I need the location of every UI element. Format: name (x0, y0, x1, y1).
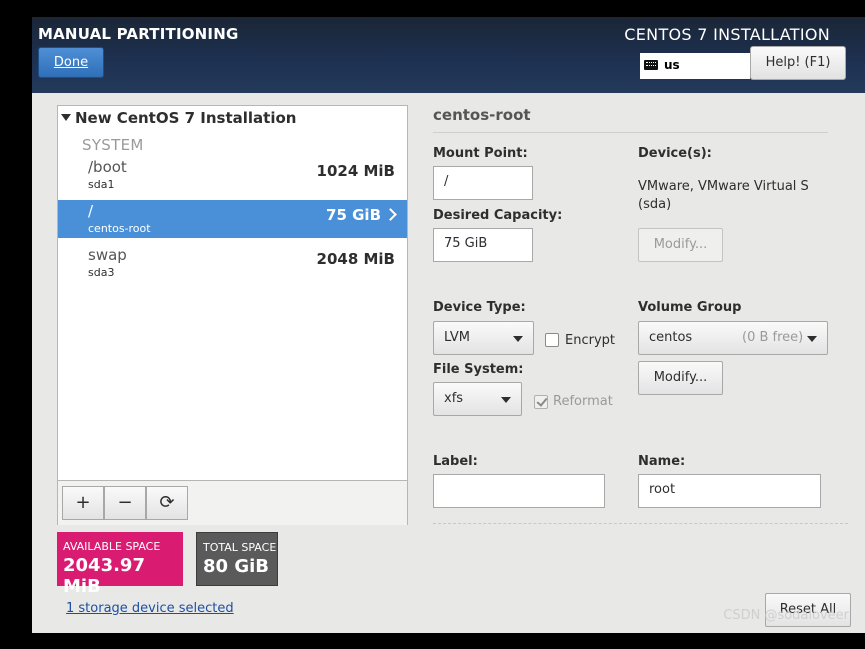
reformat-checkbox[interactable] (534, 395, 548, 409)
installation-group-label: New CentOS 7 Installation (75, 109, 297, 127)
available-space-label: AVAILABLE SPACE (63, 540, 161, 553)
mount-point-label: Mount Point: (433, 146, 528, 161)
devices-label: Device(s): (638, 146, 712, 161)
partition-size: 1024 MiB (316, 162, 395, 180)
watermark: CSDN @sodaloveer (723, 608, 849, 623)
device-id: (sda) (638, 197, 672, 212)
encrypt-label[interactable]: Encrypt (565, 333, 615, 348)
keyboard-icon (644, 60, 658, 70)
device-type-dropdown[interactable]: LVM (433, 321, 534, 355)
product-title: CENTOS 7 INSTALLATION (624, 25, 830, 44)
total-space-label: TOTAL SPACE (203, 541, 277, 554)
help-button[interactable]: Help! (F1) (750, 46, 846, 80)
keyboard-layout-indicator[interactable]: us (640, 53, 750, 79)
dropdown-arrow-icon (513, 336, 523, 342)
partition-row-root[interactable]: / centos-root 75 GiB (58, 200, 407, 238)
volume-group-label: Volume Group (638, 300, 742, 315)
device-type-label: Device Type: (433, 300, 526, 315)
partition-device: sda1 (88, 178, 115, 191)
partition-mount: / (88, 202, 94, 220)
mount-point-field[interactable]: / (433, 166, 533, 200)
partition-mount: swap (88, 246, 127, 264)
desired-capacity-field[interactable]: 75 GiB (433, 228, 533, 262)
name-field[interactable]: root (638, 474, 821, 508)
encrypt-checkbox[interactable] (545, 333, 559, 347)
reformat-label[interactable]: Reformat (553, 394, 613, 409)
dropdown-arrow-icon (501, 397, 511, 403)
page-title: MANUAL PARTITIONING (38, 25, 239, 43)
remove-partition-button[interactable]: − (104, 486, 146, 520)
volume-group-free: (0 B free) (742, 330, 804, 345)
available-space-box: AVAILABLE SPACE 2043.97 MiB (57, 532, 183, 597)
device-type-value: LVM (444, 330, 470, 345)
keyboard-layout-label: us (664, 58, 680, 72)
partition-device: centos-root (88, 222, 151, 235)
partition-toolbar: + − ⟳ (58, 480, 407, 525)
device-name: VMware, VMware Virtual S (638, 179, 809, 194)
partition-mount: /boot (88, 158, 127, 176)
available-space-value: 2043.97 MiB (63, 555, 145, 597)
total-space-value: 80 GiB (203, 556, 269, 577)
partition-size: 75 GiB (326, 206, 381, 224)
file-system-value: xfs (444, 391, 464, 406)
dropdown-arrow-icon (807, 336, 817, 342)
modify-devices-button[interactable]: Modify... (638, 228, 723, 262)
add-partition-button[interactable]: + (62, 486, 104, 520)
system-group-label: SYSTEM (82, 136, 144, 154)
label-field[interactable] (433, 474, 605, 508)
header-bar: MANUAL PARTITIONING Done CENTOS 7 INSTAL… (32, 17, 865, 93)
done-button[interactable]: Done (38, 47, 104, 78)
storage-devices-link[interactable]: 1 storage device selected (66, 601, 234, 616)
expander-down-icon[interactable] (61, 114, 71, 121)
installation-group-header[interactable]: New CentOS 7 Installation (61, 109, 296, 127)
partition-detail-title: centos-root (433, 106, 531, 124)
file-system-label: File System: (433, 362, 524, 377)
installer-window: MANUAL PARTITIONING Done CENTOS 7 INSTAL… (32, 17, 865, 633)
name-field-label: Name: (638, 454, 686, 469)
chevron-right-icon (384, 208, 397, 221)
partition-row-swap[interactable]: swap sda3 2048 MiB (58, 244, 407, 282)
volume-group-dropdown[interactable]: centos (0 B free) (638, 321, 828, 355)
refresh-button[interactable]: ⟳ (146, 486, 188, 520)
total-space-box: TOTAL SPACE 80 GiB (196, 532, 278, 586)
label-field-label: Label: (433, 454, 478, 469)
file-system-dropdown[interactable]: xfs (433, 382, 522, 416)
partition-size: 2048 MiB (316, 250, 395, 268)
volume-group-value: centos (649, 330, 693, 345)
desired-capacity-label: Desired Capacity: (433, 208, 563, 223)
partition-device: sda3 (88, 266, 115, 279)
partition-tree-panel: New CentOS 7 Installation SYSTEM /boot s… (57, 105, 408, 525)
divider (433, 132, 828, 133)
modify-volume-group-button[interactable]: Modify... (638, 361, 723, 395)
partition-row-boot[interactable]: /boot sda1 1024 MiB (58, 156, 407, 194)
divider (433, 523, 848, 524)
